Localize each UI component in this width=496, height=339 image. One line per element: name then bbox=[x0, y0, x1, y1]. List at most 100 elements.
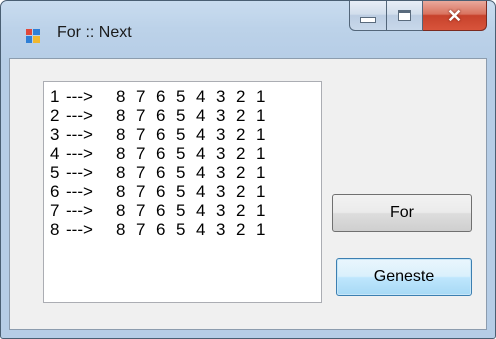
row-value: 4 bbox=[196, 125, 206, 144]
row-value: 2 bbox=[236, 125, 246, 144]
row-value: 4 bbox=[196, 163, 206, 182]
row-value: 2 bbox=[236, 144, 246, 163]
row-value: 8 bbox=[116, 106, 126, 125]
row-value: 3 bbox=[216, 182, 226, 201]
row-index: 8 bbox=[50, 220, 60, 239]
row-value: 5 bbox=[176, 87, 186, 106]
row-value: 7 bbox=[136, 163, 146, 182]
row-value: 2 bbox=[236, 106, 246, 125]
row-value: 7 bbox=[136, 125, 146, 144]
row-value: 1 bbox=[256, 106, 266, 125]
row-values: 87654321 bbox=[116, 220, 276, 239]
row-index: 4 bbox=[50, 144, 60, 163]
row-value: 6 bbox=[156, 144, 166, 163]
row-value: 5 bbox=[176, 182, 186, 201]
row-value: 8 bbox=[116, 125, 126, 144]
row-values: 87654321 bbox=[116, 106, 276, 125]
row-value: 2 bbox=[236, 182, 246, 201]
row-index: 3 bbox=[50, 125, 60, 144]
row-value: 3 bbox=[216, 106, 226, 125]
row-value: 5 bbox=[176, 163, 186, 182]
row-value: 2 bbox=[236, 201, 246, 220]
row-value: 6 bbox=[156, 125, 166, 144]
row-value: 4 bbox=[196, 201, 206, 220]
row-arrow: ---> bbox=[66, 87, 93, 106]
row-value: 5 bbox=[176, 220, 186, 239]
row-value: 5 bbox=[176, 201, 186, 220]
row-value: 8 bbox=[116, 201, 126, 220]
row-value: 3 bbox=[216, 163, 226, 182]
row-values: 87654321 bbox=[116, 144, 276, 163]
row-value: 6 bbox=[156, 106, 166, 125]
row-value: 1 bbox=[256, 201, 266, 220]
row-value: 7 bbox=[136, 220, 146, 239]
row-value: 1 bbox=[256, 144, 266, 163]
row-arrow: ---> bbox=[66, 106, 93, 125]
row-value: 1 bbox=[256, 220, 266, 239]
row-value: 8 bbox=[116, 220, 126, 239]
row-value: 3 bbox=[216, 144, 226, 163]
row-value: 6 bbox=[156, 182, 166, 201]
row-value: 6 bbox=[156, 220, 166, 239]
row-values: 87654321 bbox=[116, 201, 276, 220]
row-value: 2 bbox=[236, 87, 246, 106]
row-value: 8 bbox=[116, 182, 126, 201]
row-value: 3 bbox=[216, 201, 226, 220]
row-value: 8 bbox=[116, 163, 126, 182]
output-listbox[interactable]: 1 ---> 8 7 6 5 4 3 2 1 2 ---> 8 7 6 5 4 3 2 1 3 ---> 8 7 6 5 4 3 2 1 4… bbox=[43, 81, 322, 303]
row-value: 2 bbox=[236, 220, 246, 239]
row-value: 7 bbox=[136, 106, 146, 125]
row-arrow: ---> bbox=[66, 144, 93, 163]
row-values: 87654321 bbox=[116, 163, 276, 182]
caption-buttons: ✕ bbox=[349, 1, 487, 31]
row-value: 3 bbox=[216, 87, 226, 106]
row-value: 7 bbox=[136, 201, 146, 220]
row-value: 2 bbox=[236, 163, 246, 182]
row-value: 1 bbox=[256, 182, 266, 201]
row-values: 87654321 bbox=[116, 87, 276, 106]
row-value: 8 bbox=[116, 144, 126, 163]
for-button[interactable]: For bbox=[332, 194, 472, 232]
row-value: 7 bbox=[136, 182, 146, 201]
form-client-area: 1 ---> 8 7 6 5 4 3 2 1 2 ---> 8 7 6 5 4 3 2 1 3 ---> 8 7 6 5 4 3 2 1 4… bbox=[9, 58, 487, 330]
maximize-icon bbox=[398, 10, 411, 21]
row-value: 4 bbox=[196, 182, 206, 201]
close-icon: ✕ bbox=[446, 5, 463, 26]
row-value: 4 bbox=[196, 87, 206, 106]
row-arrow: ---> bbox=[66, 182, 93, 201]
row-index: 5 bbox=[50, 163, 60, 182]
row-values: 87654321 bbox=[116, 182, 276, 201]
maximize-button[interactable] bbox=[387, 1, 423, 31]
row-value: 8 bbox=[116, 87, 126, 106]
row-value: 3 bbox=[216, 125, 226, 144]
minimize-icon bbox=[360, 16, 376, 23]
minimize-button[interactable] bbox=[349, 1, 387, 31]
row-arrow: ---> bbox=[66, 201, 93, 220]
row-arrow: ---> bbox=[66, 220, 93, 239]
geneste-button[interactable]: Geneste bbox=[336, 258, 472, 296]
row-arrow: ---> bbox=[66, 125, 93, 144]
row-index: 6 bbox=[50, 182, 60, 201]
title-bar[interactable]: For :: Next ✕ bbox=[1, 1, 495, 57]
window-title: For :: Next bbox=[57, 24, 132, 41]
row-value: 5 bbox=[176, 144, 186, 163]
row-value: 5 bbox=[176, 125, 186, 144]
row-value: 1 bbox=[256, 125, 266, 144]
row-value: 4 bbox=[196, 144, 206, 163]
row-value: 7 bbox=[136, 144, 146, 163]
row-value: 5 bbox=[176, 106, 186, 125]
row-values: 87654321 bbox=[116, 125, 276, 144]
row-value: 4 bbox=[196, 106, 206, 125]
close-button[interactable]: ✕ bbox=[423, 1, 487, 31]
row-value: 1 bbox=[256, 163, 266, 182]
app-window: For :: Next ✕ 1 ---> 8 7 6 5 4 3 2 1 2 ---> 8 7 6 5 4 3 2 1… bbox=[0, 0, 496, 339]
row-index: 2 bbox=[50, 106, 60, 125]
row-value: 4 bbox=[196, 220, 206, 239]
row-value: 1 bbox=[256, 87, 266, 106]
windows-form-icon bbox=[25, 28, 41, 44]
row-value: 6 bbox=[156, 163, 166, 182]
row-index: 1 bbox=[50, 87, 60, 106]
row-value: 3 bbox=[216, 220, 226, 239]
row-value: 7 bbox=[136, 87, 146, 106]
row-index: 7 bbox=[50, 201, 60, 220]
